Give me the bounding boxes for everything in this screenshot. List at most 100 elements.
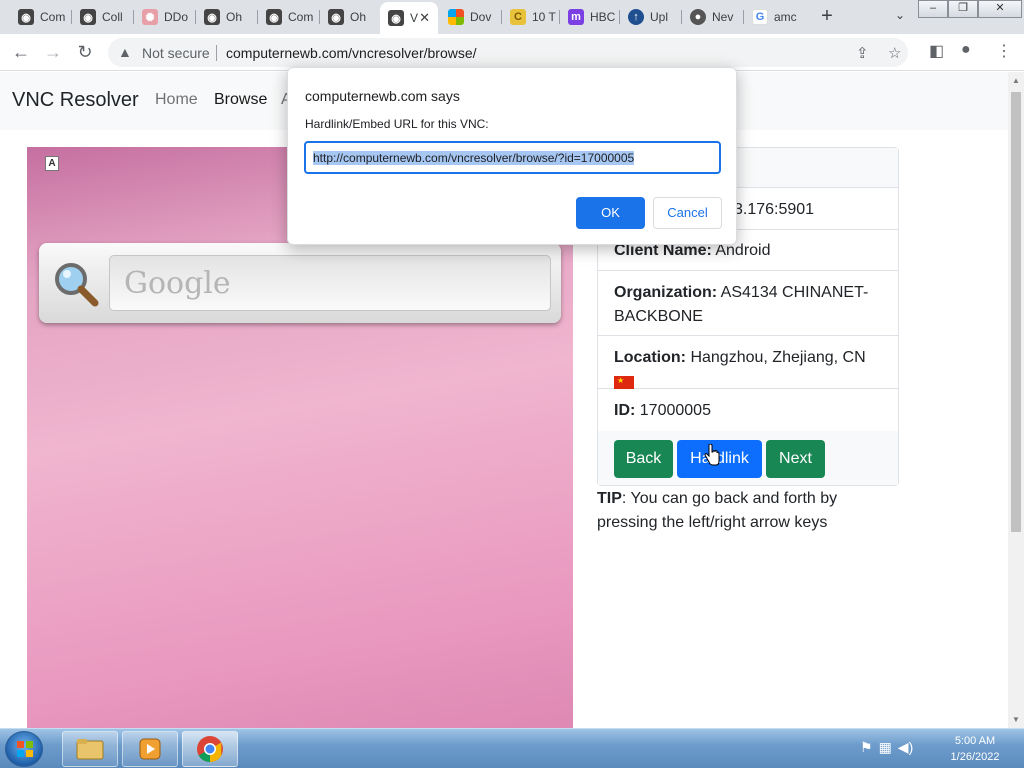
network-icon[interactable]: ▦ bbox=[879, 739, 892, 756]
tab-label: Com bbox=[288, 10, 314, 24]
bookmark-star-icon[interactable]: ☆ bbox=[888, 44, 901, 62]
browser-tab[interactable]: ◉ Oh bbox=[320, 5, 380, 29]
menu-kebab-icon[interactable]: ⋮ bbox=[996, 41, 1012, 61]
vnc-icon: ◉ bbox=[18, 9, 34, 25]
next-button[interactable]: Next bbox=[766, 440, 825, 478]
location-row: Location: Hangzhou, Zhejiang, CN ★ bbox=[598, 336, 898, 390]
clock-time: 5:00 AM bbox=[954, 735, 996, 747]
volume-icon[interactable]: ◀) bbox=[898, 739, 913, 756]
url-prompt-dialog: computernewb.com says Hardlink/Embed URL… bbox=[287, 67, 737, 245]
address-bar[interactable]: ▲ Not secure computernewb.com/vncresolve… bbox=[108, 38, 908, 67]
page-scrollbar[interactable]: ▲ ▼ bbox=[1008, 72, 1024, 728]
google-logo-text: Google bbox=[124, 266, 231, 301]
m-icon: m bbox=[568, 9, 584, 25]
address-value: 3.176:5901 bbox=[734, 201, 815, 218]
tab-label: DDo bbox=[164, 10, 189, 24]
vnc-icon: ◉ bbox=[266, 9, 282, 25]
back-arrow-icon[interactable]: ← bbox=[9, 41, 33, 65]
browser-tab[interactable]: G amc bbox=[744, 5, 806, 29]
browser-tab[interactable]: ✺ DDo bbox=[134, 5, 196, 29]
id-row: ID: 17000005 bbox=[598, 389, 898, 431]
browser-tab[interactable]: ◉ Oh bbox=[196, 5, 258, 29]
browser-toolbar: ← → ↻ ▲ Not secure computernewb.com/vncr… bbox=[0, 34, 1024, 71]
cancel-button[interactable]: Cancel bbox=[653, 197, 722, 229]
warning-icon[interactable]: ▲ bbox=[118, 44, 132, 60]
browser-tab[interactable]: ◉ Coll bbox=[72, 5, 134, 29]
tab-label: Upl bbox=[650, 10, 669, 24]
browser-tab[interactable]: ◉ Com bbox=[258, 5, 320, 29]
github-icon: ● bbox=[690, 9, 706, 25]
upload-icon: ↑ bbox=[628, 9, 644, 25]
close-window-button[interactable]: ✕ bbox=[978, 0, 1022, 18]
system-tray: ⚑ ▦ ◀) bbox=[860, 739, 913, 756]
id-label: ID: bbox=[614, 402, 636, 419]
browser-tab[interactable]: m HBC bbox=[560, 5, 620, 29]
side-panel-icon[interactable]: ◧ bbox=[929, 41, 944, 61]
site-brand[interactable]: VNC Resolver bbox=[12, 89, 139, 112]
tip-text: TIP: You can go back and forth by pressi… bbox=[597, 487, 897, 535]
tab-label: Nev bbox=[712, 10, 734, 24]
tab-label: amc bbox=[774, 10, 797, 24]
scroll-up-arrow-icon[interactable]: ▲ bbox=[1012, 76, 1020, 85]
ddos-icon: ✺ bbox=[142, 9, 158, 25]
taskbar-chrome[interactable] bbox=[182, 731, 238, 767]
tab-label: Oh bbox=[226, 10, 243, 24]
id-value: 17000005 bbox=[639, 402, 711, 419]
action-center-flag-icon[interactable]: ⚑ bbox=[860, 739, 873, 756]
browser-tab[interactable]: C 10 T bbox=[502, 5, 560, 29]
vnc-icon: ◉ bbox=[80, 9, 96, 25]
taskbar-clock[interactable]: 5:00 AM 1/26/2022 bbox=[935, 733, 1015, 765]
china-flag-icon: ★ bbox=[614, 376, 634, 390]
windows-icon bbox=[448, 9, 464, 25]
magnifier-icon bbox=[55, 263, 99, 307]
nav-home-link[interactable]: Home bbox=[155, 91, 198, 109]
hardlink-url-input[interactable] bbox=[304, 141, 721, 174]
card-footer: Back Hardlink Next bbox=[598, 431, 898, 485]
profile-avatar-icon[interactable]: ● bbox=[961, 41, 971, 59]
url-text[interactable]: computernewb.com/vncresolver/browse/ bbox=[226, 45, 477, 61]
scroll-down-arrow-icon[interactable]: ▼ bbox=[1012, 715, 1020, 724]
google-search-field: Google bbox=[109, 255, 551, 311]
vnc-icon: ◉ bbox=[204, 9, 220, 25]
minimize-window-button[interactable]: – bbox=[918, 0, 948, 18]
new-tab-button[interactable]: + bbox=[816, 6, 838, 28]
tab-label: Coll bbox=[102, 10, 123, 24]
screenshot-badge: A bbox=[45, 156, 59, 171]
clock-date: 1/26/2022 bbox=[950, 751, 1000, 763]
reload-icon[interactable]: ↻ bbox=[73, 41, 97, 65]
tab-label: Oh bbox=[350, 10, 367, 24]
browser-tab[interactable]: Dov bbox=[440, 5, 502, 29]
browser-tab-active[interactable]: ◉ V ✕ bbox=[380, 2, 438, 34]
browser-tab[interactable]: ◉ Com bbox=[10, 5, 72, 29]
restore-window-button[interactable]: ❐ bbox=[948, 0, 978, 18]
tab-label: Dov bbox=[470, 10, 492, 24]
c-icon: C bbox=[510, 9, 526, 25]
windows-taskbar: ⚑ ▦ ◀) 5:00 AM 1/26/2022 bbox=[0, 728, 1024, 768]
back-button[interactable]: Back bbox=[614, 440, 673, 478]
tab-label: HBC bbox=[590, 10, 616, 24]
nav-browse-link[interactable]: Browse bbox=[214, 91, 267, 109]
tip-label: TIP bbox=[597, 490, 622, 507]
organization-row: Organization: AS4134 CHINANET-BACKBONE bbox=[598, 271, 898, 336]
browser-tab-strip: ◉ Com ◉ Coll ✺ DDo ◉ Oh ◉ Com ◉ Oh ◉ V ✕… bbox=[0, 0, 1024, 34]
forward-arrow-icon[interactable]: → bbox=[41, 41, 65, 65]
browser-tab[interactable]: ● Nev bbox=[682, 5, 744, 29]
dialog-message: Hardlink/Embed URL for this VNC: bbox=[305, 117, 489, 131]
google-icon: G bbox=[752, 9, 768, 25]
browser-tab[interactable]: ↑ Upl bbox=[620, 5, 682, 29]
tip-body: : You can go back and forth by pressing … bbox=[597, 490, 838, 531]
tab-search-chevron-icon[interactable]: ⌄ bbox=[895, 8, 905, 22]
ok-button[interactable]: OK bbox=[576, 197, 645, 229]
tab-label: Com bbox=[40, 10, 66, 24]
tab-label: 10 T bbox=[532, 10, 556, 24]
folder-icon bbox=[76, 739, 104, 760]
taskbar-media-player[interactable] bbox=[122, 731, 178, 767]
share-icon[interactable]: ⇪ bbox=[856, 44, 869, 62]
close-tab-icon[interactable]: ✕ bbox=[419, 10, 430, 26]
tab-label: V bbox=[410, 11, 419, 25]
security-label[interactable]: Not secure bbox=[142, 45, 210, 61]
location-label: Location: bbox=[614, 349, 686, 366]
start-button[interactable] bbox=[5, 731, 43, 767]
scrollbar-thumb[interactable] bbox=[1011, 92, 1021, 532]
taskbar-explorer[interactable] bbox=[62, 731, 118, 767]
